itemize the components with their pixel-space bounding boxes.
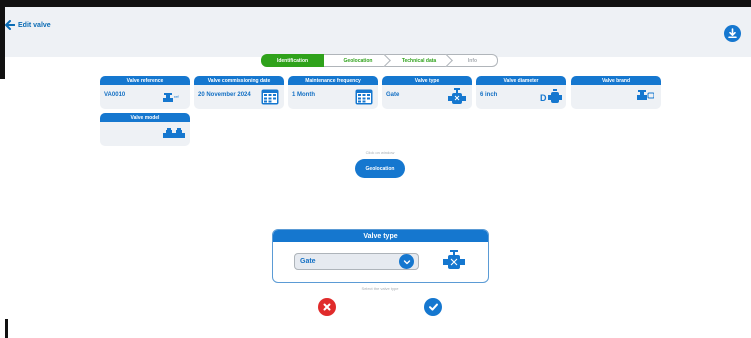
arrow-left-icon: [5, 20, 15, 30]
card-valve-diameter[interactable]: Valve diameter 6 inch D: [476, 76, 566, 109]
back-button[interactable]: Edit valve: [5, 20, 51, 30]
panel-title: Valve type: [273, 230, 488, 242]
step-geolocation[interactable]: Geolocation: [324, 54, 391, 67]
valve-icon: [163, 128, 185, 138]
step-technical-data[interactable]: Technical data: [386, 54, 453, 67]
valve-type-select[interactable]: Gate: [294, 253, 419, 270]
card-valve-reference[interactable]: Valve reference VA0010 ref: [100, 76, 190, 109]
step-info[interactable]: Info: [448, 54, 498, 67]
cancel-button[interactable]: [318, 298, 336, 316]
check-icon: [428, 303, 438, 311]
download-icon: [728, 28, 737, 38]
valve-icon: ref: [163, 93, 180, 102]
card-title: Valve model: [100, 113, 190, 122]
header-bar: [5, 7, 751, 57]
valve-icon: [637, 90, 654, 100]
card-value: 1 Month: [292, 92, 315, 98]
card-title: Maintenance frequency: [288, 76, 378, 85]
download-button[interactable]: [724, 25, 741, 42]
valve-icon: [443, 250, 465, 269]
confirm-button[interactable]: [424, 298, 442, 316]
card-title: Valve diameter: [476, 76, 566, 85]
window-frame-left-bottom: [5, 319, 8, 338]
valve-type-panel: Valve type Gate: [272, 229, 489, 283]
calendar-icon: [355, 89, 373, 105]
diameter-valve-icon: D: [540, 89, 562, 103]
dropdown-toggle[interactable]: [399, 254, 414, 269]
calendar-icon: [261, 89, 279, 105]
wizard-steps: Identification Geolocation Technical dat…: [261, 54, 498, 67]
card-commissioning-date[interactable]: Valve commissioning date 20 November 202…: [194, 76, 284, 109]
geolocation-hint: Click on window: [365, 150, 395, 155]
valve-type-hint: Select the valve type: [361, 286, 399, 291]
card-title: Valve brand: [571, 76, 661, 85]
geolocation-button[interactable]: Geolocation: [355, 159, 405, 178]
svg-text:D: D: [540, 93, 547, 103]
card-value: Gate: [386, 92, 400, 98]
card-maintenance-frequency[interactable]: Maintenance frequency 1 Month: [288, 76, 378, 109]
window-frame-top: [0, 0, 751, 7]
card-value: 20 November 2024: [198, 92, 251, 98]
svg-text:ref: ref: [174, 94, 180, 99]
page-title: Edit valve: [18, 21, 51, 29]
card-valve-model[interactable]: Valve model: [100, 113, 190, 146]
card-title: Valve reference: [100, 76, 190, 85]
card-value: VA0010: [104, 92, 126, 98]
step-identification[interactable]: Identification: [261, 54, 330, 67]
card-title: Valve type: [382, 76, 472, 85]
card-valve-type[interactable]: Valve type Gate: [382, 76, 472, 109]
card-title: Valve commissioning date: [194, 76, 284, 85]
card-valve-brand[interactable]: Valve brand: [571, 76, 661, 109]
valve-icon: [448, 88, 466, 104]
card-value: 6 inch: [480, 92, 498, 98]
select-value: Gate: [300, 258, 316, 265]
close-icon: [323, 303, 331, 311]
chevron-down-icon: [403, 259, 410, 264]
